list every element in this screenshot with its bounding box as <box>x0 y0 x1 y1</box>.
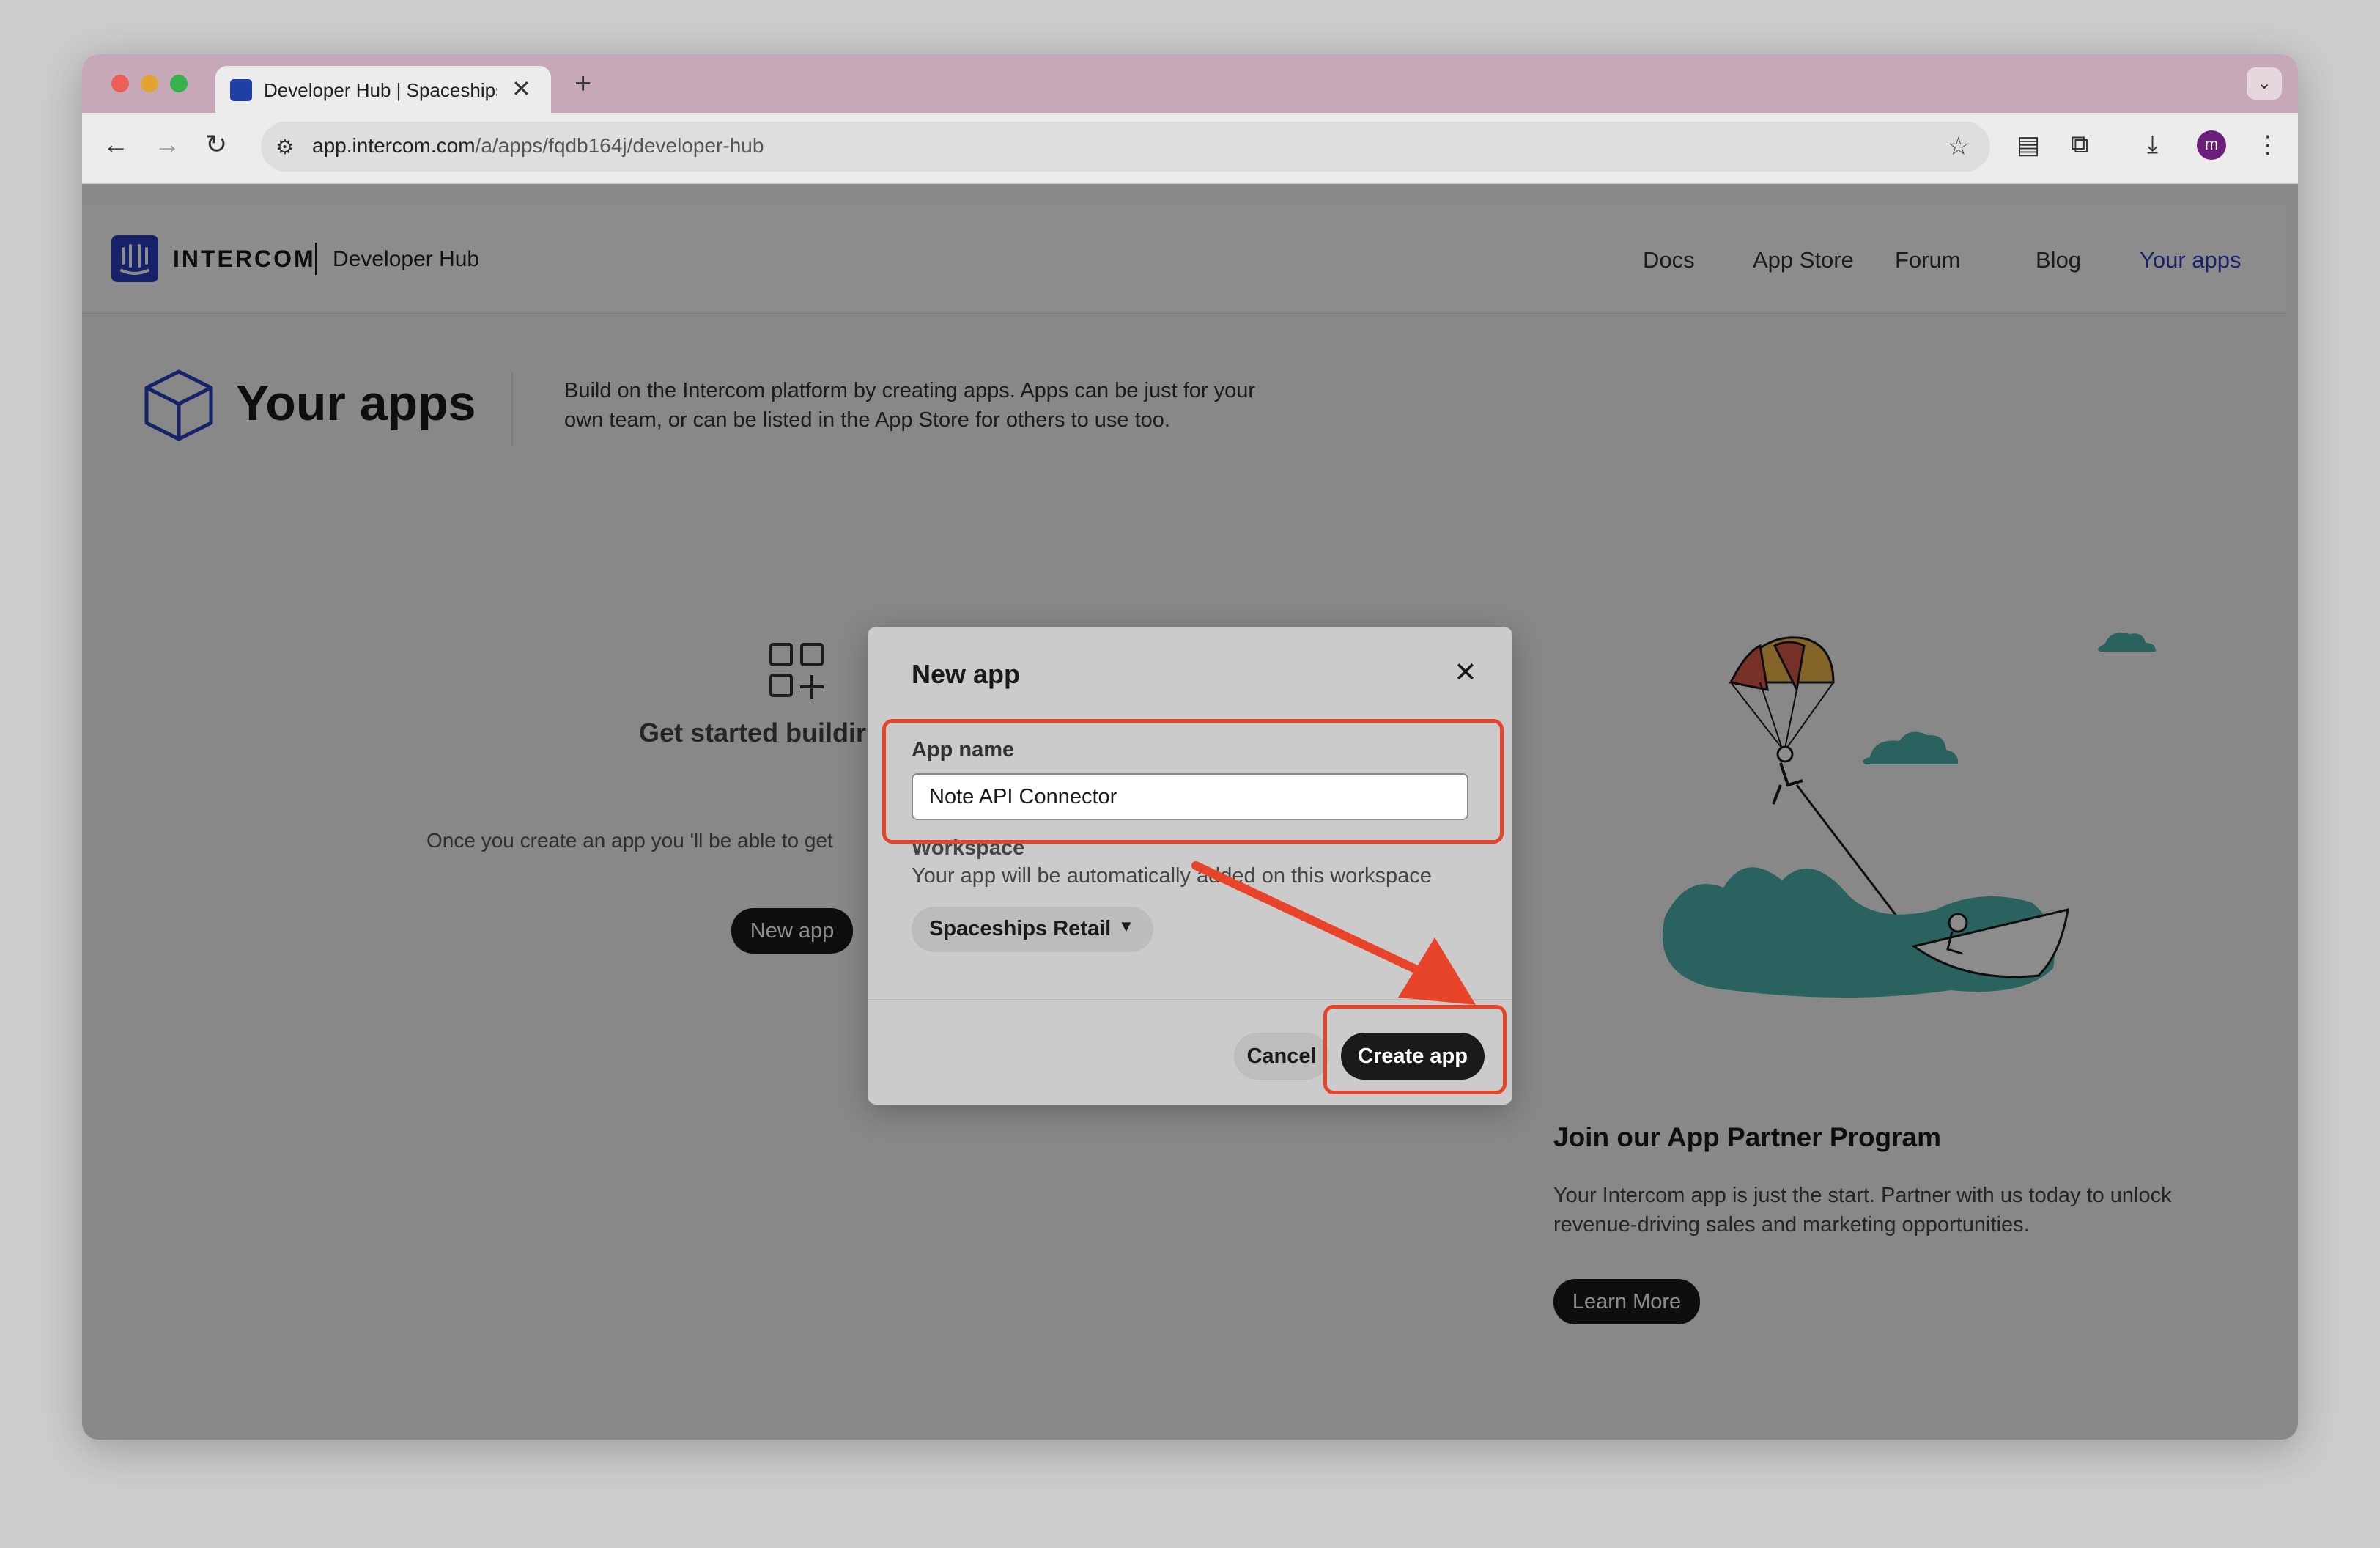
maximize-window-button[interactable] <box>170 75 188 92</box>
tab-title: Developer Hub | Spaceships R <box>264 79 497 101</box>
page-viewport: INTERCOM Developer Hub Docs App Store Fo… <box>82 184 2298 1440</box>
modal-title: New app <box>912 659 1021 689</box>
minimize-window-button[interactable] <box>141 75 158 92</box>
site-settings-icon[interactable]: ⚙ <box>276 135 294 159</box>
reader-mode-icon[interactable]: ▤ <box>2017 130 2040 160</box>
browser-tab[interactable]: Developer Hub | Spaceships R ✕ <box>215 66 551 113</box>
reload-icon[interactable]: ↻ <box>205 129 227 160</box>
download-icon[interactable]: ⤓ <box>2147 130 2158 159</box>
browser-toolbar: ← → ↻ ⚙ app.intercom.com/a/apps/fqdb164j… <box>82 113 2298 184</box>
app-name-highlight <box>882 719 1504 844</box>
tab-strip: Developer Hub | Spaceships R ✕ + ⌄ <box>82 54 2298 113</box>
tab-close-icon[interactable]: ✕ <box>511 75 531 103</box>
workspace-selected-value: Spaceships Retail <box>929 917 1112 940</box>
caret-down-icon: ▼ <box>1118 917 1134 935</box>
url-text: app.intercom.com/a/apps/fqdb164j/develop… <box>312 134 764 157</box>
bookmark-star-icon[interactable]: ☆ <box>1948 132 1970 161</box>
forward-arrow-icon[interactable]: → <box>154 129 180 160</box>
browser-window: Developer Hub | Spaceships R ✕ + ⌄ ← → ↻… <box>82 54 2298 1440</box>
intercom-favicon-icon <box>230 79 252 101</box>
back-arrow-icon[interactable]: ← <box>103 129 129 160</box>
close-window-button[interactable] <box>111 75 129 92</box>
more-menu-icon[interactable]: ⋮ <box>2255 130 2280 160</box>
extensions-icon[interactable]: ⧉ <box>2071 130 2088 159</box>
close-icon[interactable]: ✕ <box>1454 656 1477 689</box>
cancel-button[interactable]: Cancel <box>1234 1033 1329 1080</box>
annotation-arrow-icon <box>1191 861 1476 1005</box>
workspace-dropdown[interactable]: Spaceships Retail ▼ <box>912 907 1153 952</box>
address-bar[interactable]: ⚙ app.intercom.com/a/apps/fqdb164j/devel… <box>261 122 1990 172</box>
tab-search-button[interactable]: ⌄ <box>2247 67 2282 100</box>
profile-avatar[interactable]: m <box>2197 130 2226 160</box>
new-tab-button[interactable]: + <box>574 67 591 100</box>
